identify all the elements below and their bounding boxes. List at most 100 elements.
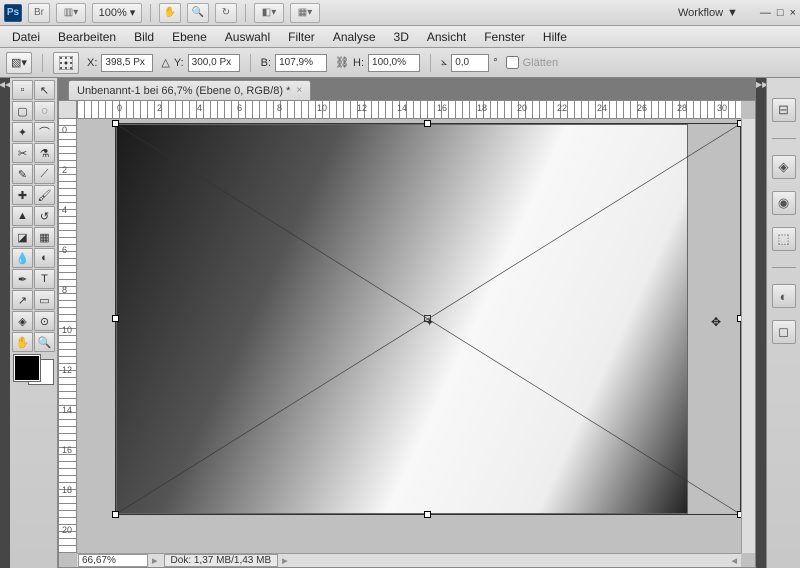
paths-panel-button[interactable]: ⬚: [772, 227, 796, 251]
transform-handle-w[interactable]: [112, 315, 119, 322]
ruler-tool[interactable]: ⟋: [34, 164, 55, 184]
pen-tool[interactable]: ✒: [12, 269, 33, 289]
x-input[interactable]: [101, 54, 153, 72]
rotate-view-button[interactable]: ↻: [215, 3, 237, 23]
color-swatches[interactable]: [12, 355, 56, 385]
angle-input[interactable]: [451, 54, 489, 72]
document-tabbar: Unbenannt-1 bei 66,7% (Ebene 0, RGB/8) *…: [58, 78, 756, 100]
vertical-scrollbar[interactable]: [741, 119, 755, 553]
angle-unit: °: [493, 57, 497, 69]
transform-handle-s[interactable]: [424, 511, 431, 518]
maximize-button[interactable]: □: [777, 7, 784, 19]
bridge-button[interactable]: Br: [28, 3, 50, 23]
document-tab[interactable]: Unbenannt-1 bei 66,7% (Ebene 0, RGB/8) *…: [68, 80, 311, 100]
move-tool[interactable]: ▫: [12, 80, 33, 100]
zoom-tool[interactable]: 🔍: [34, 332, 55, 352]
slice-tool[interactable]: ⚗: [34, 143, 55, 163]
hand-tool[interactable]: ✋: [12, 332, 33, 352]
menu-auswahl[interactable]: Auswahl: [225, 30, 270, 44]
marquee-tool[interactable]: ▢: [12, 101, 33, 121]
y-label: Y:: [174, 57, 184, 69]
healing-tool[interactable]: ✚: [12, 185, 33, 205]
separator: [245, 4, 246, 22]
transform-handle-nw[interactable]: [112, 120, 119, 127]
gradient-tool[interactable]: ▦: [34, 227, 55, 247]
layers-panel-button[interactable]: ◈: [772, 155, 796, 179]
chevron-right-icon[interactable]: ▸: [152, 554, 158, 567]
menu-3d[interactable]: 3D: [394, 30, 409, 44]
menu-hilfe[interactable]: Hilfe: [543, 30, 567, 44]
menu-fenster[interactable]: Fenster: [484, 30, 525, 44]
menu-filter[interactable]: Filter: [288, 30, 315, 44]
transform-center-point[interactable]: ✦: [424, 315, 431, 322]
height-input[interactable]: [368, 54, 420, 72]
vertical-ruler[interactable]: 0 2 4 6 8 10 12 14 16 18 20: [59, 119, 77, 553]
blur-tool[interactable]: 💧: [12, 248, 33, 268]
expand-arrow-icon[interactable]: ▶▶: [756, 80, 766, 89]
adjustments-panel-button[interactable]: ◐: [772, 284, 796, 308]
3d-camera-tool[interactable]: ⊙: [34, 311, 55, 331]
arrow-tool[interactable]: ↖: [34, 80, 55, 100]
menu-bild[interactable]: Bild: [134, 30, 154, 44]
scroll-left-icon[interactable]: ◂: [731, 554, 737, 567]
zoom-tool-button[interactable]: 🔍: [187, 3, 209, 23]
wand-tool[interactable]: ✦: [12, 122, 33, 142]
eraser-tool[interactable]: ◪: [12, 227, 33, 247]
menu-datei[interactable]: Datei: [12, 30, 40, 44]
y-input[interactable]: [188, 54, 240, 72]
chevron-right-icon[interactable]: ▸: [282, 554, 288, 567]
link-icon[interactable]: ⛓: [335, 56, 349, 69]
horizontal-ruler[interactable]: 0 2 4 6 8 10 12 14 16 18 20 22 24 26 28 …: [77, 101, 741, 119]
left-dock-strip[interactable]: ◀◀: [0, 78, 10, 568]
options-bar: ▧▾ X: △Y: B: ⛓H: ⦛° Glätten: [0, 48, 800, 78]
reference-point-selector[interactable]: [53, 52, 79, 74]
history-brush-tool[interactable]: ↺: [34, 206, 55, 226]
menu-bearbeiten[interactable]: Bearbeiten: [58, 30, 116, 44]
antialias-checkbox[interactable]: [506, 56, 519, 69]
free-transform-bounds[interactable]: ✦: [115, 123, 741, 515]
channels-panel-button[interactable]: ◉: [772, 191, 796, 215]
right-dock-strip[interactable]: ▶▶: [756, 78, 766, 568]
close-button[interactable]: ×: [790, 7, 796, 19]
styles-panel-button[interactable]: ◻: [772, 320, 796, 344]
path-select-tool[interactable]: ↗: [12, 290, 33, 310]
menu-ebene[interactable]: Ebene: [172, 30, 207, 44]
arrange-button[interactable]: ▦▾: [290, 3, 320, 23]
ruler-origin[interactable]: [59, 101, 77, 119]
transform-handle-sw[interactable]: [112, 511, 119, 518]
right-panel-dock: ⊟ ◈ ◉ ⬚ ◐ ◻: [766, 78, 800, 568]
titlebar: Ps Br ▥▾ 100%▾ ✋ 🔍 ↻ ◧▾ ▦▾ Workflow▼ — □…: [0, 0, 800, 26]
crop-tool[interactable]: ✂: [12, 143, 33, 163]
x-label: X:: [87, 57, 97, 69]
eyedropper-tool[interactable]: ✎: [12, 164, 33, 184]
zoom-dropdown[interactable]: 100%▾: [92, 3, 142, 23]
menu-analyse[interactable]: Analyse: [333, 30, 376, 44]
minimize-button[interactable]: —: [760, 7, 771, 19]
tool-preset-button[interactable]: ▧▾: [6, 52, 32, 74]
3d-tool[interactable]: ◈: [12, 311, 33, 331]
width-input[interactable]: [275, 54, 327, 72]
brush-tool[interactable]: 🖌: [34, 185, 55, 205]
hand-tool-button[interactable]: ✋: [159, 3, 181, 23]
dodge-tool[interactable]: ◐: [34, 248, 55, 268]
viewmode-button[interactable]: ▥▾: [56, 3, 86, 23]
zoom-level-input[interactable]: 66,67%: [78, 554, 148, 567]
document-info[interactable]: Dok: 1,37 MB/1,43 MB: [164, 554, 279, 567]
transform-handle-n[interactable]: [424, 120, 431, 127]
close-tab-icon[interactable]: ×: [296, 85, 302, 96]
screen-mode-button[interactable]: ◧▾: [254, 3, 284, 23]
canvas-viewport[interactable]: ✦ ✥: [77, 119, 741, 553]
options-panel-button[interactable]: ⊟: [772, 98, 796, 122]
menu-ansicht[interactable]: Ansicht: [427, 30, 466, 44]
delta-icon[interactable]: △: [161, 56, 169, 69]
stamp-tool[interactable]: ▲: [12, 206, 33, 226]
canvas-area: 0 2 4 6 8 10 12 14 16 18 20 22 24 26 28 …: [58, 100, 756, 568]
foreground-color[interactable]: [14, 355, 40, 381]
type-tool[interactable]: T: [34, 269, 55, 289]
lasso-tool[interactable]: ◌: [34, 101, 55, 121]
antialias-label: Glätten: [523, 57, 558, 69]
quickselect-tool[interactable]: ⌒: [34, 122, 55, 142]
shape-tool[interactable]: ▭: [34, 290, 55, 310]
workspace-switcher[interactable]: Workflow▼: [670, 5, 746, 21]
photoshop-logo: Ps: [4, 4, 22, 22]
